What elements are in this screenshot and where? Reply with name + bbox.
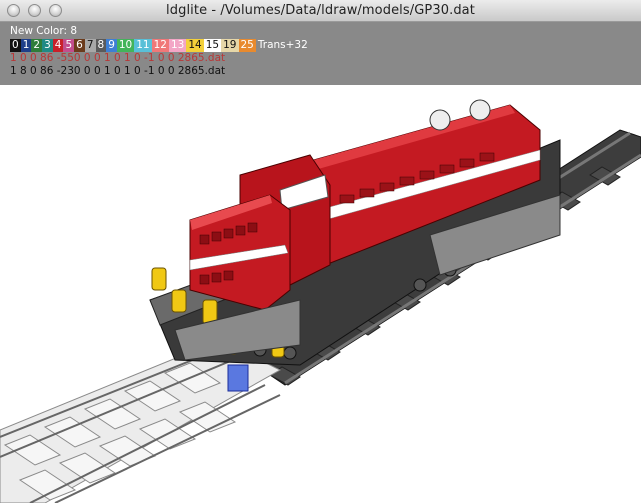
palette-swatch[interactable]: 13 <box>169 38 187 52</box>
palette-swatch[interactable]: 9 <box>106 38 117 52</box>
palette-swatch[interactable]: 19 <box>221 38 239 52</box>
window-title: ldglite - /Volumes/Data/ldraw/models/GP3… <box>166 3 475 18</box>
palette-swatch[interactable]: 25 <box>238 38 256 52</box>
model-viewport[interactable] <box>0 85 641 503</box>
palette-swatch[interactable]: 3 <box>42 38 53 52</box>
palette-swatch[interactable]: 6 <box>74 38 85 52</box>
part-line-current: 1 8 0 86 -230 0 0 1 0 1 0 -1 0 0 2865.da… <box>10 64 226 77</box>
palette-swatch[interactable]: 14 <box>186 38 204 52</box>
palette-swatch[interactable]: 1 <box>20 38 32 52</box>
palette-swatch[interactable]: 10 <box>116 38 135 52</box>
ldglite-window: ldglite - /Volumes/Data/ldraw/models/GP3… <box>0 0 641 503</box>
new-color-label: New Color: 8 <box>10 25 78 37</box>
palette-swatch[interactable]: 7 <box>84 38 96 52</box>
palette-swatch[interactable]: 15 <box>203 38 222 52</box>
palette-swatch[interactable]: 2 <box>31 38 43 52</box>
track-front-selected <box>0 339 282 503</box>
status-overlay: New Color: 8 0 1 2 3 4 5 6 7 8 9 10 11 12 13 14 15 19 25 T… <box>0 22 641 85</box>
part-line-previous: 1 0 0 86 -550 0 0 1 0 1 0 -1 0 0 2865.da… <box>10 52 226 64</box>
palette-swatch[interactable]: 8 <box>95 38 107 52</box>
title-bar[interactable]: ldglite - /Volumes/Data/ldraw/models/GP3… <box>0 0 641 22</box>
trans-option[interactable]: Trans+32 <box>258 39 308 52</box>
locomotive-render <box>0 99 641 503</box>
palette-swatch[interactable]: 11 <box>134 38 152 52</box>
palette-swatch[interactable]: 0 <box>10 38 21 52</box>
palette-swatch[interactable]: 5 <box>63 38 75 52</box>
color-palette: 0 1 2 3 4 5 6 7 8 9 10 11 12 13 14 15 19 25 Trans+32 <box>10 38 641 52</box>
palette-swatch[interactable]: 4 <box>52 38 64 52</box>
palette-swatch[interactable]: 12 <box>151 38 169 52</box>
